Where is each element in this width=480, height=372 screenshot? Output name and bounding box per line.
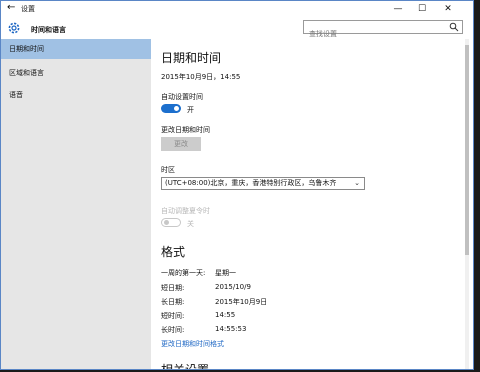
auto-time-label: 自动设置时间 [161,93,203,101]
gear-icon [8,22,20,34]
format-value: 14:55 [215,311,236,319]
search-icon[interactable] [449,22,459,32]
back-arrow-icon[interactable]: ← [7,3,17,13]
format-value: 14:55:53 [215,325,247,333]
sidebar-item-date-time[interactable]: 日期和时间 [1,39,151,59]
settings-window: ← 设置 — ☐ ✕ 时间和语言 日期和时间 区域和语言 语音 日期和时间 20… [0,0,474,370]
format-label: 短时间: [161,312,185,320]
maximize-button[interactable]: ☐ [411,1,433,17]
current-datetime: 2015年10月9日，14:55 [161,73,241,81]
dst-toggle[interactable] [161,218,181,227]
format-value: 2015年10月9日 [215,298,268,306]
format-label: 一周的第一天: [161,269,206,277]
auto-time-state: 开 [187,106,194,114]
minimize-button[interactable]: — [387,1,409,17]
page-title: 日期和时间 [161,51,222,65]
related-settings-title: 相关设置 [161,363,210,370]
sidebar-item-region-language[interactable]: 区域和语言 [1,63,151,83]
timezone-select[interactable]: (UTC+08:00)北京，重庆，香港特别行政区，乌鲁木齐 ⌄ [161,177,365,190]
format-title: 格式 [161,245,186,259]
toggle-knob [174,106,179,111]
sidebar: 日期和时间 区域和语言 语音 [1,39,151,369]
format-label: 长时间: [161,326,185,334]
auto-time-toggle[interactable] [161,104,181,113]
window-title: 设置 [21,5,35,13]
format-value: 2015/10/9 [215,283,251,291]
dst-label: 自动调整夏令时 [161,207,210,215]
change-datetime-label: 更改日期和时间 [161,126,210,134]
format-label: 长日期: [161,298,185,306]
timezone-label: 时区 [161,166,175,174]
change-format-link[interactable]: 更改日期和时间格式 [161,339,224,349]
format-value: 星期一 [215,269,236,277]
chevron-down-icon: ⌄ [354,179,360,187]
scrollbar[interactable] [465,39,469,369]
search-box[interactable] [303,20,463,40]
timezone-value: (UTC+08:00)北京，重庆，香港特别行政区，乌鲁木齐 [165,179,337,187]
app-title: 时间和语言 [31,26,66,34]
close-button[interactable]: ✕ [437,1,459,17]
sidebar-item-speech[interactable]: 语音 [1,85,151,105]
main-content: 日期和时间 2015年10月9日，14:55 自动设置时间 开 更改日期和时间 … [151,39,469,370]
scrollbar-thumb[interactable] [465,45,469,255]
toggle-knob [164,220,169,225]
format-label: 短日期: [161,284,185,292]
change-datetime-button[interactable]: 更改 [161,137,201,151]
dst-state: 关 [187,220,194,228]
title-bar: ← 设置 — ☐ ✕ [1,1,473,17]
